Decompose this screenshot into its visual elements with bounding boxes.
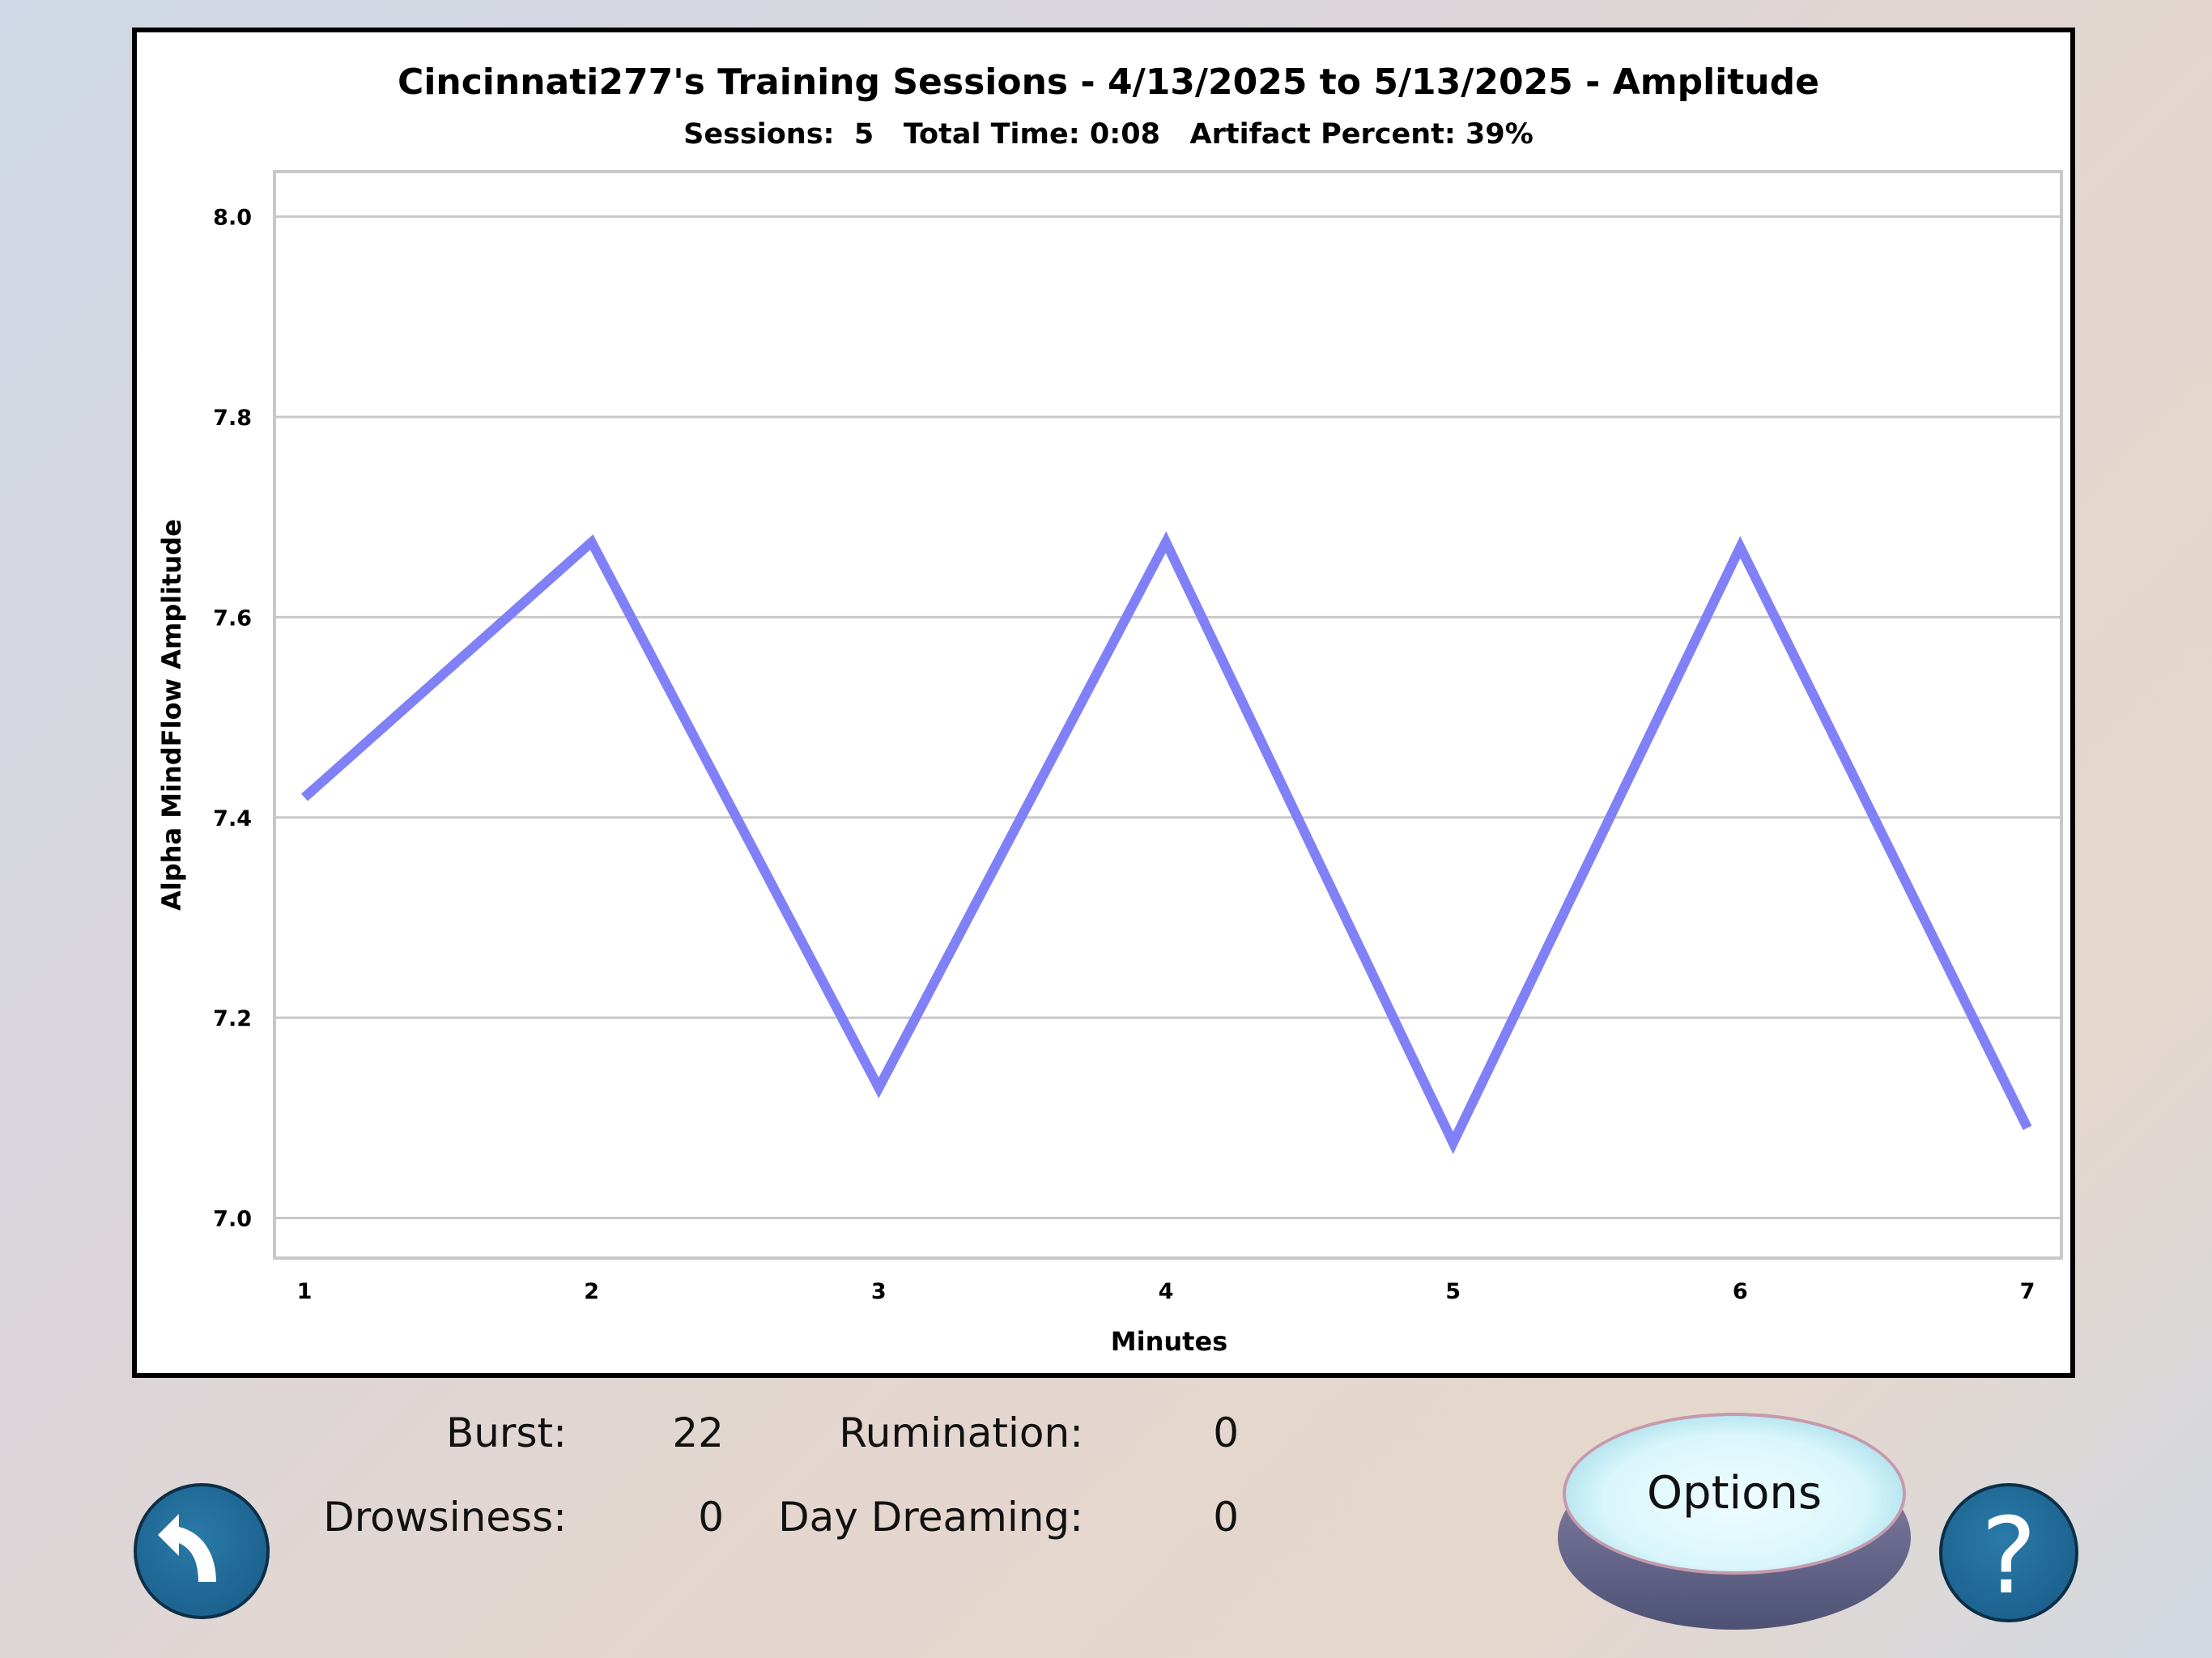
plot-area bbox=[273, 170, 2063, 1260]
y-tick-label: 8.0 bbox=[213, 206, 252, 231]
y-tick-label: 7.2 bbox=[213, 1006, 252, 1031]
help-icon: ? bbox=[1980, 1494, 2037, 1618]
chart-svg: Cincinnati277's Training Sessions - 4/13… bbox=[156, 62, 2063, 1357]
x-tick-label: 5 bbox=[1445, 1279, 1461, 1304]
y-tick-label: 7.8 bbox=[213, 406, 252, 431]
x-tick-label: 2 bbox=[584, 1279, 599, 1304]
y-tick-label: 7.6 bbox=[213, 606, 252, 631]
options-button-label: Options bbox=[1646, 1467, 1823, 1520]
rumination-label: Rumination: bbox=[839, 1409, 1083, 1456]
help-button[interactable]: ? bbox=[1939, 1483, 2078, 1622]
chart-title: Cincinnati277's Training Sessions - 4/13… bbox=[398, 62, 1819, 103]
burst-value: 22 bbox=[672, 1409, 724, 1456]
x-axis-label: Minutes bbox=[1111, 1326, 1227, 1357]
rumination-value: 0 bbox=[1213, 1409, 1239, 1456]
back-arrow-icon bbox=[158, 1514, 216, 1582]
x-tick-label: 3 bbox=[871, 1279, 887, 1304]
x-tick-label: 1 bbox=[297, 1279, 313, 1304]
x-tick-label: 4 bbox=[1159, 1279, 1174, 1304]
y-tick-labels: 7.0 7.2 7.4 7.6 7.8 8.0 bbox=[213, 206, 252, 1232]
drowsiness-value: 0 bbox=[698, 1494, 724, 1541]
y-tick-label: 7.0 bbox=[213, 1207, 252, 1232]
chart-subtitle: Sessions: 5 Total Time: 0:08 Artifact Pe… bbox=[683, 118, 1534, 151]
drowsiness-label: Drowsiness: bbox=[323, 1494, 567, 1541]
x-tick-label: 6 bbox=[1733, 1279, 1748, 1304]
options-button[interactable]: Options bbox=[1558, 1413, 1911, 1630]
y-axis-label: Alpha MindFlow Amplitude bbox=[156, 519, 187, 911]
x-tick-label: 7 bbox=[2020, 1279, 2035, 1304]
x-tick-labels: 1 2 3 4 5 6 7 bbox=[297, 1279, 2035, 1304]
back-button[interactable] bbox=[134, 1483, 270, 1619]
y-tick-label: 7.4 bbox=[213, 806, 252, 831]
chart-panel: Cincinnati277's Training Sessions - 4/13… bbox=[132, 28, 2075, 1378]
daydreaming-value: 0 bbox=[1213, 1494, 1239, 1541]
daydreaming-label: Day Dreaming: bbox=[778, 1494, 1083, 1541]
burst-label: Burst: bbox=[445, 1409, 567, 1456]
